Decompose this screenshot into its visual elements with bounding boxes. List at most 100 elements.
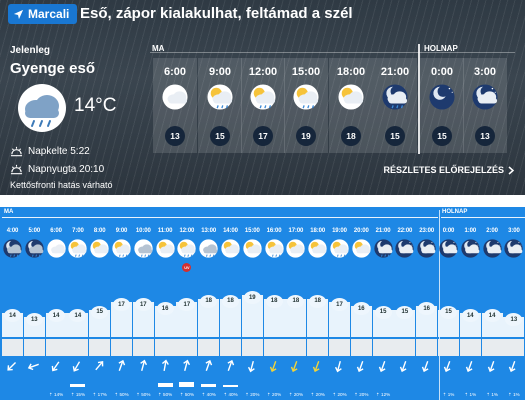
- cloud-rain-icon: [18, 84, 66, 132]
- forecast-hour-time: 18:00: [336, 66, 366, 78]
- night-cloud-rain-icon: [382, 84, 408, 110]
- forecast-note: Kettősfronti hatás várható: [10, 180, 113, 190]
- hourly-temp: 18: [309, 294, 327, 308]
- hourly-column[interactable]: 19:00 17 ⇡ 20%: [329, 225, 350, 400]
- hourly-column[interactable]: 21:00 15 ⇡ 12%: [372, 225, 394, 400]
- forecast-hour-column[interactable]: 18:00 18: [329, 58, 373, 153]
- hourly-column[interactable]: 8:00 15 ⇡ 17%: [89, 225, 111, 400]
- sun-cloud-rain-icon: [330, 239, 349, 258]
- precip-chance: ⇡ 50%: [179, 392, 195, 397]
- hourly-time: 5:00: [28, 228, 41, 234]
- forecast-hour-time: 9:00: [208, 66, 232, 78]
- sun-cloud-icon: [338, 84, 364, 110]
- hourly-temp: 18: [265, 294, 283, 308]
- hourly-column[interactable]: 0:00 15 ⇡ 1%: [438, 225, 459, 400]
- hourly-temp: 18: [200, 294, 218, 308]
- night-cloud-icon: [461, 239, 480, 258]
- sun-cloud-icon: [243, 239, 262, 258]
- wind-arrow-icon: [205, 359, 213, 371]
- hourly-time: 4:00: [6, 228, 19, 234]
- current-label: Jelenleg: [10, 45, 51, 56]
- hourly-time: 20:00: [353, 228, 369, 234]
- hourly-time: 2:00: [486, 228, 498, 234]
- hourly-column[interactable]: 2:00 14 ⇡ 1%: [481, 225, 503, 400]
- precip-band: [23, 339, 45, 356]
- partly-cloudy-rain-icon: [177, 239, 197, 258]
- hourly-column[interactable]: 12:00 UV 17 ⇡ 50%: [176, 225, 198, 400]
- wind-arrow-icon: [465, 361, 473, 373]
- precip-band: [89, 339, 111, 356]
- cloud-rain-icon: [199, 239, 218, 258]
- wind-arrow-icon: [291, 361, 298, 373]
- hourly-column[interactable]: 18:00 18 ⇡ 20%: [307, 225, 329, 400]
- hourly-column[interactable]: 13:00 18 ⇡ 40%: [198, 225, 220, 400]
- hourly-time: 13:00: [201, 228, 217, 234]
- precip-band: [307, 339, 329, 356]
- hourly-column[interactable]: 6:00 14 ⇡ 14%: [45, 225, 67, 400]
- wind-arrow-icon: [313, 361, 320, 373]
- night-rain-icon: [3, 239, 22, 258]
- precip-band: [132, 339, 154, 356]
- hourly-column[interactable]: 14:00 18 ⇡ 40%: [220, 225, 241, 400]
- cloudy-icon: [46, 239, 66, 258]
- wind-arrow-icon: [161, 359, 169, 372]
- hourly-time: 22:00: [397, 228, 413, 234]
- precip-chance: ⇡ 20%: [245, 392, 260, 397]
- hourly-time: 17:00: [288, 228, 304, 234]
- precip-band: [416, 339, 438, 356]
- hourly-column[interactable]: 9:00 17 ⇡ 50%: [111, 225, 132, 400]
- hourly-column[interactable]: 23:00 16: [416, 225, 438, 400]
- hourly-column[interactable]: 15:00 19 ⇡ 20%: [241, 225, 263, 400]
- wind-arrow-icon: [140, 359, 147, 372]
- precip-chance: ⇡ 17%: [92, 392, 107, 397]
- precip-band: [45, 339, 67, 356]
- wind-arrow-icon: [400, 361, 407, 373]
- location-button[interactable]: Marcali: [8, 4, 78, 24]
- detailed-forecast-link[interactable]: RÉSZLETES ELŐREJELZÉS: [383, 165, 515, 175]
- forecast-hour-time: 3:00: [473, 66, 497, 78]
- wind-arrow-icon: [443, 361, 451, 373]
- hourly-column[interactable]: 5:00 13: [23, 225, 45, 400]
- forecast-hour-column[interactable]: 21:00 15: [373, 58, 417, 153]
- hourly-column[interactable]: 1:00 14 ⇡ 1%: [459, 225, 481, 400]
- hourly-column[interactable]: 4:00 14: [2, 225, 23, 400]
- forecast-hour-column[interactable]: 6:00 13: [153, 58, 197, 153]
- forecast-hour-time: 12:00: [248, 66, 278, 78]
- precip-chance: ⇡ 50%: [114, 392, 129, 397]
- forecast-hour-column[interactable]: 12:00 17: [241, 58, 285, 153]
- wind-arrow-icon: [95, 360, 104, 371]
- wind-arrow-icon: [27, 363, 39, 371]
- precip-band: [350, 339, 372, 356]
- chevron-right-icon: [508, 165, 515, 175]
- wind-arrow-icon: [118, 359, 126, 371]
- hourly-column[interactable]: 20:00 16 ⇡ 20%: [350, 225, 372, 400]
- precip-band: [263, 339, 285, 356]
- hourly-column[interactable]: 10:00 17 ⇡ 50%: [132, 225, 154, 400]
- forecast-hour-column[interactable]: 0:00 15: [420, 58, 464, 153]
- hourly-column[interactable]: 11:00 16 ⇡ 50%: [154, 225, 176, 400]
- hourly-column[interactable]: 3:00 13 ⇡ 1%: [503, 225, 525, 400]
- partly-cloudy-icon: [155, 239, 175, 258]
- wind-arrow-icon: [51, 361, 60, 372]
- current-temperature: 14°C: [74, 95, 117, 116]
- wind-arrow-icon: [7, 361, 17, 371]
- forecast-hour-temp: 13: [475, 126, 495, 146]
- precip-band: [176, 339, 198, 356]
- hourly-column[interactable]: 22:00 15: [394, 225, 416, 400]
- hourly-column[interactable]: 17:00 18 ⇡ 20%: [285, 225, 307, 400]
- forecast-hour-column[interactable]: 15:00 19: [284, 58, 328, 153]
- hourly-detail-strip: MA HOLNAP 4:00 14 5:00 13 6:00 14 ⇡ 14% 7:00 14 ⇡…: [0, 207, 525, 400]
- hourly-time: 21:00: [375, 228, 391, 234]
- precip-band: [503, 339, 525, 356]
- hourly-day-line-tomorrow: [441, 217, 525, 218]
- sun-cloud-icon: [352, 239, 371, 258]
- forecast-hour-column[interactable]: 9:00 15: [198, 58, 242, 153]
- precip-band: [154, 339, 176, 356]
- forecast-hour-column[interactable]: 3:00 13: [463, 58, 507, 153]
- precip-amount-bar: [157, 383, 173, 387]
- current-condition: Gyenge eső: [10, 60, 96, 77]
- hourly-column[interactable]: 16:00 18 ⇡ 20%: [263, 225, 285, 400]
- partly-cloudy-rain-icon: [250, 84, 276, 110]
- precip-band: [372, 339, 394, 356]
- hourly-column[interactable]: 7:00 14 ⇡ 15%: [67, 225, 89, 400]
